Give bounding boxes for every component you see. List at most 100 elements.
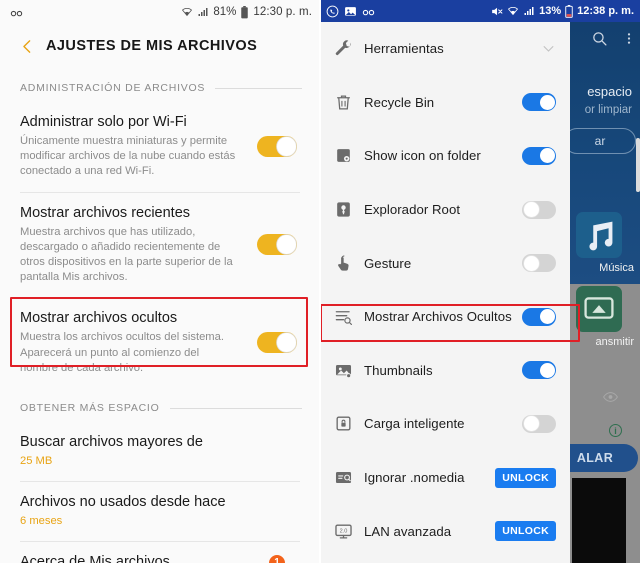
voicemail-icon (362, 9, 375, 15)
lock-icon (334, 414, 364, 433)
search-icon[interactable] (591, 30, 608, 47)
menu-item-thumbnails[interactable]: Thumbnails (320, 344, 570, 398)
right-clock: 12:38 p. m. (577, 5, 634, 17)
menu-item-label: Herramientas (364, 41, 444, 57)
menu-item-herramientas[interactable]: Herramientas (320, 22, 570, 76)
app-tile-transmitir[interactable] (576, 286, 622, 332)
unlock-button-lan[interactable]: UNLOCK (495, 521, 556, 542)
toggle-carga-inteligente[interactable] (522, 414, 556, 433)
whatsapp-icon (326, 5, 339, 17)
setting-title: Buscar archivos mayores de (20, 434, 203, 451)
menu-item-gesture[interactable]: Gesture (320, 236, 570, 290)
setting-subtitle: Muestra archivos que has utilizado, desc… (20, 225, 233, 284)
setting-row-about[interactable]: Acerca de Mis archivos 1 (0, 542, 320, 563)
left-status-bar: 81% 12:30 p. m. (0, 0, 320, 24)
menu-item-recycle-bin[interactable]: Recycle Bin (320, 76, 570, 130)
setting-control: 1 (250, 554, 304, 563)
setting-row-files-larger-than[interactable]: Buscar archivos mayores de 25 MB (0, 422, 320, 481)
background-black-area (572, 478, 626, 563)
left-app-header: AJUSTES DE MIS ARCHIVOS (0, 24, 320, 68)
more-vertical-icon[interactable] (622, 30, 636, 47)
menu-item-label: Mostrar Archivos Ocultos (364, 309, 512, 325)
background-title-text: espacio (587, 84, 632, 99)
voicemail-icon (10, 10, 23, 16)
menu-item-ignorar-nomedia[interactable]: Ignorar .nomedia UNLOCK (320, 451, 570, 505)
background-subtitle-text: or limpiar (584, 104, 632, 116)
chevron-down-icon[interactable] (541, 41, 556, 56)
cast-icon (584, 297, 614, 319)
nomedia-icon (334, 468, 364, 487)
menu-item-control[interactable] (522, 307, 556, 326)
setting-row-unused-files[interactable]: Archivos no usados desde hace 6 meses (0, 482, 320, 541)
setting-value: 6 meses (20, 515, 63, 528)
right-status-left-icons (326, 5, 375, 18)
svg-text:2.0: 2.0 (340, 528, 348, 534)
menu-item-control[interactable] (522, 146, 556, 165)
menu-item-control[interactable] (522, 414, 556, 433)
menu-item-carga-inteligente[interactable]: Carga inteligente (320, 397, 570, 451)
section-header-file-management: ADMINISTRACIÓN DE ARCHIVOS (0, 68, 320, 102)
page-title: AJUSTES DE MIS ARCHIVOS (46, 38, 258, 54)
menu-item-control[interactable]: UNLOCK (495, 521, 556, 542)
toggle-thumbnails[interactable] (522, 361, 556, 380)
setting-text: Acerca de Mis archivos (20, 553, 250, 563)
menu-item-control[interactable] (541, 41, 556, 56)
hidden-files-icon (334, 307, 364, 326)
wrench-icon (334, 39, 364, 58)
menu-item-label: Recycle Bin (364, 94, 435, 110)
toggle-recycle-bin[interactable] (522, 93, 556, 112)
setting-title: Administrar solo por Wi-Fi (20, 114, 187, 130)
toggle-show-icon-on-folder[interactable] (522, 146, 556, 165)
setting-row-recent-files[interactable]: Mostrar archivos recientes Muestra archi… (0, 193, 320, 298)
right-status-right-icons: 13% 12:38 p. m. (490, 4, 634, 18)
wifi-icon (508, 7, 519, 16)
left-settings-list: ADMINISTRACIÓN DE ARCHIVOS Administrar s… (0, 68, 320, 563)
setting-control[interactable] (250, 332, 304, 354)
setting-control[interactable] (250, 234, 304, 256)
section-rule (169, 407, 302, 409)
toggle-explorador-root[interactable] (522, 200, 556, 219)
setting-text: Mostrar archivos recientes Muestra archi… (20, 204, 250, 286)
toggle-recent-files[interactable] (257, 234, 297, 256)
root-key-icon (334, 200, 364, 219)
toggle-mostrar-archivos-ocultos[interactable] (522, 307, 556, 326)
menu-item-explorador-root[interactable]: Explorador Root (320, 183, 570, 237)
toggle-hidden-files[interactable] (257, 332, 297, 354)
image-icon (345, 6, 356, 16)
lan-icon: 2.0 (334, 522, 364, 541)
setting-subtitle: Muestra los archivos ocultos del sistema… (20, 331, 224, 374)
battery-icon (565, 4, 573, 18)
menu-item-lan-avanzada[interactable]: 2.0 LAN avanzada UNLOCK (320, 504, 570, 558)
menu-item-label: Show icon on folder (364, 148, 481, 164)
setting-title: Acerca de Mis archivos (20, 554, 170, 563)
menu-item-show-icon-on-folder[interactable]: Show icon on folder (320, 129, 570, 183)
unlock-button-nomedia[interactable]: UNLOCK (495, 467, 556, 488)
back-chevron-icon[interactable] (14, 33, 40, 59)
left-status-left-icons (10, 6, 23, 19)
app-tile-musica[interactable] (576, 212, 622, 258)
music-note-icon (589, 221, 613, 251)
setting-row-wifi-only[interactable]: Administrar solo por Wi-Fi Únicamente mu… (0, 102, 320, 192)
menu-item-label: Thumbnails (364, 362, 433, 378)
setting-row-hidden-files[interactable]: Mostrar archivos ocultos Muestra los arc… (0, 298, 320, 388)
panel-seam-divider (319, 0, 321, 563)
menu-item-control[interactable] (522, 93, 556, 112)
background-action-pill[interactable]: ar (564, 128, 636, 154)
folder-icon (334, 146, 364, 165)
right-battery-percent: 13% (539, 5, 562, 17)
setting-value: 25 MB (20, 455, 53, 468)
menu-item-label: Ignorar .nomedia (364, 470, 465, 486)
setting-control[interactable] (250, 135, 304, 157)
setting-text: Mostrar archivos ocultos Muestra los arc… (20, 309, 250, 376)
scrollbar-thumb[interactable] (636, 138, 640, 192)
toggle-wifi-only[interactable] (257, 135, 297, 157)
menu-item-control[interactable]: UNLOCK (495, 467, 556, 488)
menu-item-control[interactable] (522, 200, 556, 219)
menu-item-control[interactable] (522, 361, 556, 380)
menu-item-mostrar-archivos-ocultos[interactable]: Mostrar Archivos Ocultos (320, 290, 570, 344)
toggle-gesture[interactable] (522, 254, 556, 273)
left-battery-percent: 81% (213, 6, 237, 18)
menu-item-label: Gesture (364, 255, 412, 271)
menu-item-control[interactable] (522, 254, 556, 273)
menu-item-label: Carga inteligente (364, 416, 465, 432)
